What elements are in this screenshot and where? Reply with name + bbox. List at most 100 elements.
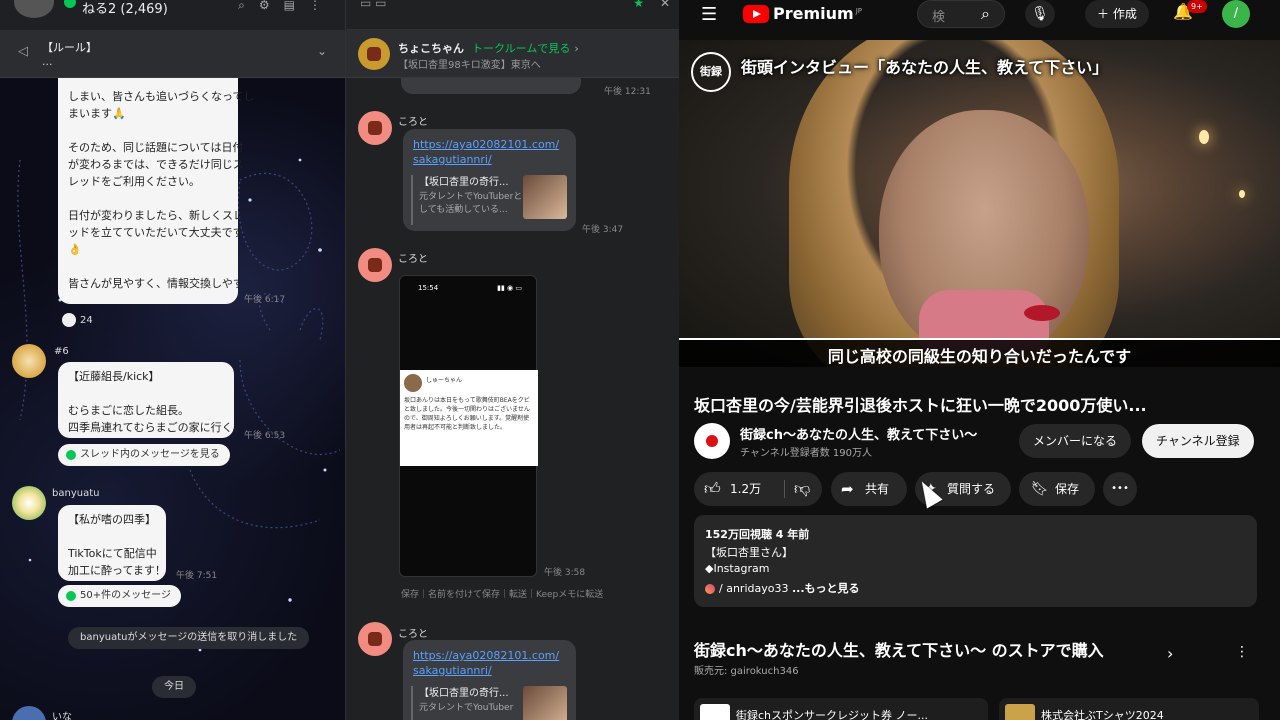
text-line: が変わるまでは、できるだけ同じス (68, 158, 244, 171)
mic-icon[interactable]: 🎙 (1025, 0, 1055, 28)
user-avatar[interactable]: / (1222, 0, 1250, 28)
kebab-menu-icon[interactable]: ⋮ (1235, 644, 1249, 660)
link-message-bubble[interactable]: https://aya02082101.com/sakagutiannri/ 【… (403, 640, 576, 720)
thumbs-down-icon[interactable]: 👎︎ (794, 472, 810, 506)
reaction-icon (62, 313, 76, 327)
online-dot (64, 0, 76, 8)
subscriber-count: チャンネル登録者数 190万人 (740, 448, 872, 459)
search-input[interactable]: 検 (932, 6, 945, 25)
text-line: まいます🙏 (68, 107, 126, 120)
message-time: 午後 3:47 (582, 225, 624, 235)
save-label: 保存 (1055, 482, 1080, 496)
sender-name: いな (52, 712, 72, 720)
like-dislike-group[interactable]: 👍︎ 1.2万 👎︎ (694, 472, 822, 506)
merch-thumbnail (1005, 704, 1035, 720)
text-line: 皆さんが見やすく、情報交換しやす (68, 277, 244, 290)
search-box[interactable]: 検 ⌕ (917, 0, 1005, 28)
tweet-avatar (404, 374, 422, 392)
message-link[interactable]: https://aya02082101.com/sakagutiannri/ (413, 648, 563, 678)
chat-top-bar: ▭ ▭ ★ ✕ (346, 0, 679, 30)
rule-message-bubble: しまい、皆さんも追いづらくなってし まいます🙏 そのため、同じ話題については日付 が変… (58, 60, 254, 304)
close-icon[interactable]: ✕ (660, 0, 670, 10)
sender-avatar[interactable] (358, 111, 392, 145)
link-preview-thumbnail (523, 686, 567, 720)
share-button[interactable]: ➦ 共有 (831, 472, 907, 506)
thumbs-up-icon[interactable]: 👍︎ (704, 472, 721, 506)
notice-subtitle: 【坂口杏里98キロ激変】東京へ (398, 60, 541, 71)
chevron-down-icon[interactable]: ⌄ (317, 44, 327, 58)
hamburger-menu-icon[interactable]: ☰ (701, 4, 717, 25)
message-text: 【私が嗜の四季】 TikTokにて配信中 加工に酔ってます！ (68, 511, 166, 579)
description-box[interactable]: 152万回視聴 4 年前 【坂口杏里さん】 ◆Instagram / anrid… (694, 515, 1257, 607)
screenshot-image[interactable]: 15:54 ▮▮ ◉ ▭ しゅーちゃん 坂口あんりは本日をもって歌舞伎町BEAを… (399, 275, 538, 577)
reaction-count[interactable]: 24 (62, 313, 93, 327)
text-line: 加工に酔ってます！ (68, 564, 166, 577)
user-avatar-bird[interactable] (12, 344, 46, 378)
open-talk-room-link[interactable]: トークルームで見る (472, 42, 570, 55)
previous-message-bubble (401, 78, 581, 94)
link-preview-thumbnail (523, 175, 567, 219)
tweet-card: しゅーちゃん 坂口あんりは本日をもって歌舞伎町BEAをクビと致しました。今後一切… (400, 370, 538, 466)
ask-label: 質問する (947, 482, 996, 496)
subscribe-button[interactable]: チャンネル登録 (1142, 424, 1254, 458)
message-text: 【近藤組長/kick】 むらまごに恋した組長。 四季鳥連れてむらまごの家に行く。 (68, 368, 244, 436)
link-preview-description: 元タレントでYouTuber (419, 703, 514, 713)
video-title-overlay: 街頭インタビュー「あなたの人生、教えて下さい」 (741, 58, 1109, 77)
link-preview-card[interactable]: 【坂口杏里の奇行... 元タレントでYouTuber (411, 686, 567, 720)
youtube-panel: ☰ Premium JP 検 ⌕ 🎙 ＋ 作成 🔔 9+ / 街録 街頭インタビュ… (679, 0, 1280, 720)
pinned-notice[interactable]: ちょこちゃん トークルームで見る › 【坂口杏里98キロ激変】東京へ (346, 30, 679, 78)
megaphone-icon: ◁ (18, 44, 28, 59)
text-line: 【近藤組長/kick】 (68, 370, 160, 383)
share-icon: ➦ (841, 480, 854, 498)
create-button[interactable]: ＋ 作成 (1085, 0, 1149, 28)
sender-avatar[interactable] (358, 248, 392, 282)
merch-card[interactable]: 街録chスポンサークレジット券 ノー... (694, 698, 988, 720)
text-line (68, 258, 228, 275)
group-avatar[interactable] (14, 0, 54, 18)
more-actions-button[interactable]: ••• (1103, 472, 1137, 506)
message-bubble: 【私が嗜の四季】 TikTokにて配信中 加工に酔ってます！ (58, 505, 166, 581)
message-link[interactable]: https://aya02082101.com/sakagutiannri/ (413, 137, 563, 167)
search-icon[interactable]: ⌕ (981, 4, 990, 24)
announcement-preview: ... (42, 55, 53, 68)
join-membership-button[interactable]: メンバーになる (1019, 424, 1132, 458)
save-button[interactable]: 🔖︎ 保存 (1019, 472, 1095, 506)
message-time: 午後 7:51 (176, 571, 218, 581)
instagram-icon (705, 584, 715, 594)
image-actions[interactable]: 保存｜名前を付けて保存｜転送｜Keepメモに転送 (401, 587, 603, 600)
instagram-handle[interactable]: / anridayo33 (719, 582, 788, 595)
message-time: 午後 3:58 (544, 568, 586, 578)
video-title: 坂口杏里の今/芸能界引退後ホストに狂い一晩で2000万使い... (694, 396, 1147, 415)
text-line: 👌 (68, 243, 82, 256)
youtube-logo-icon[interactable] (743, 5, 769, 23)
chevron-right-icon[interactable]: › (1167, 644, 1173, 663)
header-icons[interactable]: ⌕⚙▤⋮ (238, 0, 335, 13)
merch-card[interactable]: 株式会社ぶTシャツ2024 (999, 698, 1259, 720)
text-line (68, 122, 228, 139)
notice-avatar (358, 38, 390, 70)
text-line: ッドを立てていただいて大丈夫です (68, 226, 244, 239)
sender-name: ころと (398, 629, 428, 640)
thread-count-button[interactable]: 50+件のメッセージ (58, 585, 181, 607)
sender-avatar[interactable] (358, 622, 392, 656)
link-preview-card[interactable]: 【坂口杏里の奇行... 元タレントでYouTuberとしても活動している... (411, 175, 567, 225)
divider (784, 480, 785, 498)
star-icon[interactable]: ★ (633, 0, 644, 10)
link-message-bubble[interactable]: https://aya02082101.com/sakagutiannri/ 【… (403, 129, 576, 231)
youtube-brand[interactable]: Premium JP (773, 4, 862, 23)
sender-name: banyuatu (52, 488, 100, 499)
text-line: そのため、同じ話題については日付 (68, 141, 244, 154)
user-avatar-banyuatu[interactable] (12, 486, 46, 520)
channel-name[interactable]: 街録ch〜あなたの人生、教えて下さい〜 (740, 424, 977, 443)
view-thread-button[interactable]: スレッド内のメッセージを見る (58, 444, 230, 466)
bookmark-icon: 🔖︎ (1031, 481, 1049, 497)
channel-avatar[interactable] (694, 423, 730, 459)
create-label: 作成 (1112, 7, 1137, 21)
store-title: 街録ch〜あなたの人生、教えて下さい〜 のストアで購入 (694, 641, 1104, 660)
video-player[interactable]: 街録 街頭インタビュー「あなたの人生、教えて下さい」 同じ高校の同級生の知り合い… (679, 40, 1280, 367)
like-count: 1.2万 (730, 482, 762, 496)
text-line: TikTokにて配信中 (68, 547, 157, 560)
announcement-bar[interactable]: ◁ 【ルール】 ... ⌄ (0, 30, 345, 78)
show-more-link[interactable]: ...もっと見る (792, 582, 860, 595)
community-chat-panel: ねる2 (2,469) ⌕⚙▤⋮ ◁ 【ルール】 ... ⌄ しまい、皆さんも追… (0, 0, 345, 720)
